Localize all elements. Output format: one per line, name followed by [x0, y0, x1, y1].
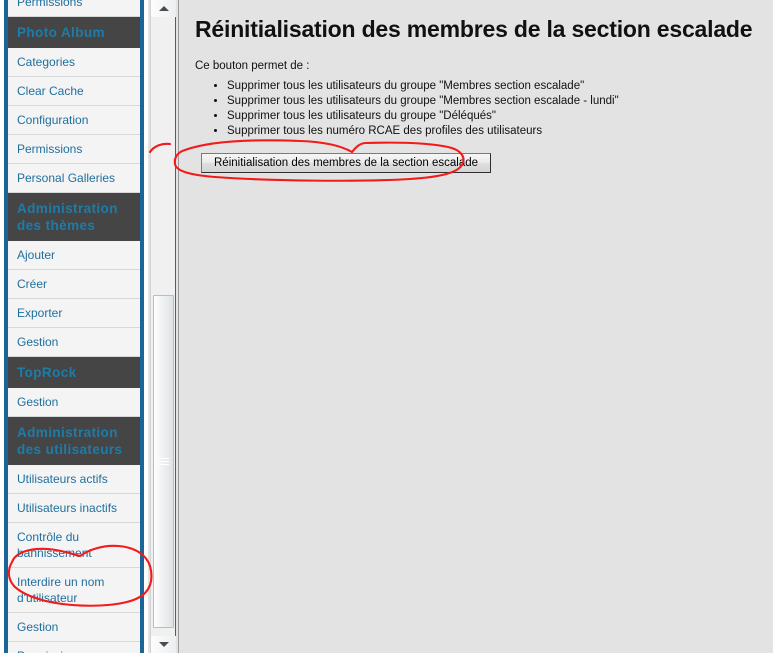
- page-title: Réinitialisation des membres de la secti…: [195, 16, 753, 42]
- nav-group-users-admin: Administration des utilisateurs Utilisat…: [4, 417, 144, 653]
- sidebar-item-permissions[interactable]: Permissions: [8, 135, 140, 164]
- application-window: Permissions Photo Album Categories Clear…: [0, 0, 773, 653]
- sidebar-item-utilisateurs-actifs[interactable]: Utilisateurs actifs: [8, 465, 140, 494]
- nav-header-users-admin: Administration des utilisateurs: [8, 417, 140, 465]
- reset-escalade-members-button[interactable]: Réinitialisation des membres de la secti…: [201, 152, 492, 173]
- nav-header-toprock: TopRock: [8, 357, 140, 388]
- sidebar-item-gestion-toprock[interactable]: Gestion: [8, 388, 140, 417]
- main-content: Réinitialisation des membres de la secti…: [178, 0, 773, 653]
- chevron-up-icon: [158, 6, 169, 11]
- list-item: Supprimer tous les utilisateurs du group…: [227, 110, 759, 124]
- sidebar-item-controle-bannissement[interactable]: Contrôle du bannissement: [8, 523, 140, 568]
- nav-group-themes-admin: Administration des thèmes Ajouter Créer …: [4, 193, 144, 357]
- grip-icon: [158, 456, 169, 467]
- vertical-scrollbar[interactable]: [150, 0, 176, 653]
- sidebar-item-gestion-users[interactable]: Gestion: [8, 613, 140, 642]
- sidebar-item-exporter[interactable]: Exporter: [8, 299, 140, 328]
- nav-block-clipped: Permissions: [4, 0, 144, 17]
- sidebar-item-configuration[interactable]: Configuration: [8, 106, 140, 135]
- reset-form: Réinitialisation des membres de la secti…: [201, 152, 759, 173]
- list-item: Supprimer tous les numéro RCAE des profi…: [227, 125, 759, 139]
- sidebar-item-personal-galleries[interactable]: Personal Galleries: [8, 164, 140, 193]
- scroll-up-arrow-button[interactable]: [151, 0, 176, 17]
- action-description-list: Supprimer tous les utilisateurs du group…: [227, 80, 759, 139]
- sidebar-item-categories[interactable]: Categories: [8, 48, 140, 77]
- sidebar-item-permissions-clipped[interactable]: Permissions: [8, 0, 140, 17]
- scrollbar-thumb[interactable]: [153, 295, 174, 628]
- sidebar: Permissions Photo Album Categories Clear…: [0, 0, 148, 653]
- nav-header-photo-album: Photo Album: [8, 17, 140, 48]
- nav-group-toprock: TopRock Gestion: [4, 357, 144, 417]
- sidebar-item-interdire-nom-utilisateur[interactable]: Interdire un nom d'utilisateur: [8, 568, 140, 613]
- intro-text: Ce bouton permet de :: [195, 60, 310, 72]
- sidebar-item-clear-cache[interactable]: Clear Cache: [8, 77, 140, 106]
- scroll-down-arrow-button[interactable]: [151, 636, 176, 653]
- sidebar-scroll-content: Permissions Photo Album Categories Clear…: [0, 0, 148, 653]
- sidebar-item-creer[interactable]: Créer: [8, 270, 140, 299]
- sidebar-item-permissions-users[interactable]: Permissions: [8, 642, 140, 653]
- sidebar-item-ajouter[interactable]: Ajouter: [8, 241, 140, 270]
- sidebar-item-utilisateurs-inactifs[interactable]: Utilisateurs inactifs: [8, 494, 140, 523]
- nav-group-photo-album: Photo Album Categories Clear Cache Confi…: [4, 17, 144, 193]
- list-item: Supprimer tous les utilisateurs du group…: [227, 80, 759, 94]
- list-item: Supprimer tous les utilisateurs du group…: [227, 95, 759, 109]
- chevron-down-icon: [158, 642, 169, 647]
- sidebar-item-gestion-themes[interactable]: Gestion: [8, 328, 140, 357]
- nav-header-themes-admin: Administration des thèmes: [8, 193, 140, 241]
